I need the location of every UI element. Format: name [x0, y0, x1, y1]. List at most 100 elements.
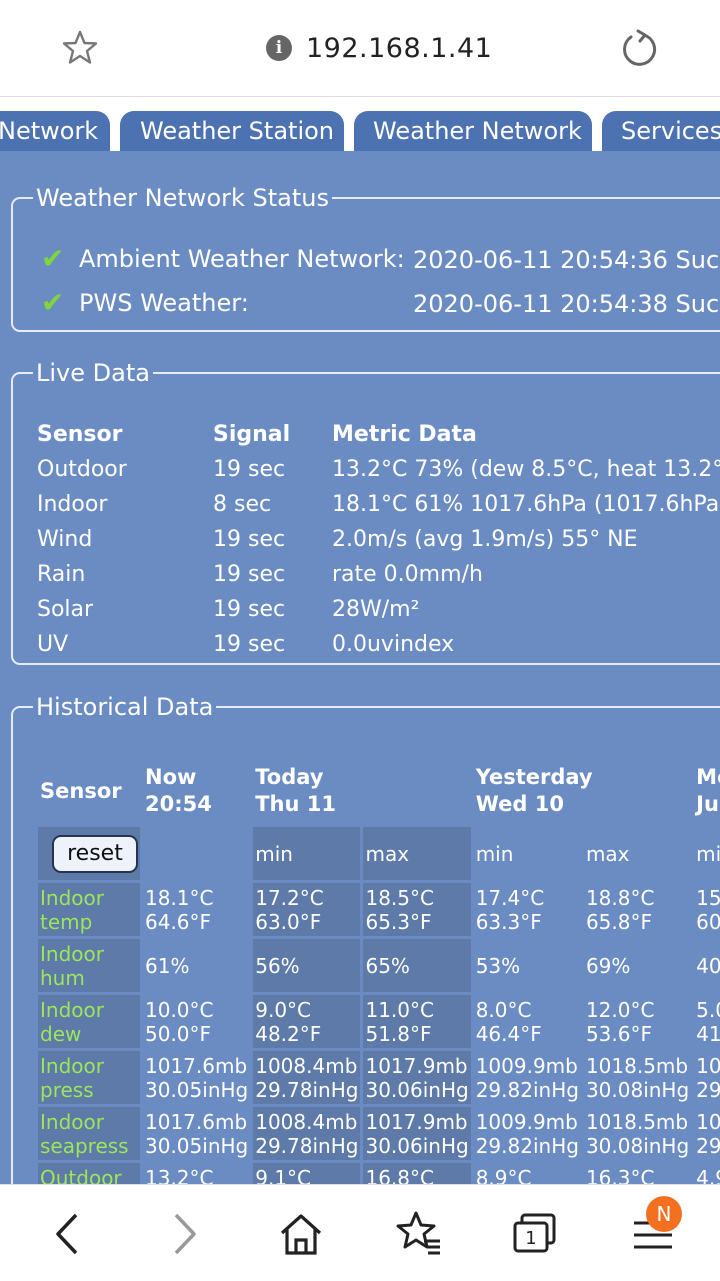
history-value-cell: 8.9°C48.0°F [475, 1165, 532, 1185]
col-now: Now 20:54 [145, 765, 212, 816]
live-header-row: Sensor Signal Metric Data [37, 417, 720, 452]
col-signal: Signal [213, 422, 291, 447]
tab-services[interactable]: Services [602, 111, 720, 151]
table-row: Indoor dew 10.0°C 50.0°F 9.0°C 48.2°F 11.0°C 51… [38, 995, 720, 1048]
sensor-name: UV [37, 632, 69, 657]
reset-button[interactable]: reset [52, 834, 138, 873]
bookmark-star-button[interactable] [60, 28, 100, 68]
history-value-cell: 1017.9mb 30.06inHg [363, 1107, 471, 1160]
browser-top-bar: i 192.168.1.41 [0, 0, 720, 97]
history-value-cell: 1018.5mb 30.08inHg [585, 1053, 690, 1102]
history-value-cell: 18.5°C 65.3°F [363, 883, 471, 936]
check-icon: ✔ [41, 286, 65, 319]
sensor-name: Outdoor [37, 457, 127, 482]
status-name: Ambient Weather Network: [79, 244, 405, 273]
history-value-cell: 1001.9mb29.59inHg [696, 1109, 720, 1158]
history-value-cell: 53% [475, 953, 521, 978]
status-name: PWS Weather: [79, 288, 249, 317]
history-value-cell: 1017.6mb 30.05inHg [145, 1053, 249, 1102]
tab-weather-station[interactable]: Weather Station [120, 111, 344, 151]
history-value-cell: 10.0°C 50.0°F [145, 997, 214, 1046]
metric-data: 2.0m/s (avg 1.9m/s) 55° NE [332, 527, 638, 552]
bookmarks-button[interactable] [394, 1209, 444, 1259]
weather-network-status-panel: Weather Network Status ✔ Ambient Weather… [11, 184, 720, 332]
today-min-label: min [253, 827, 361, 880]
history-value-cell: 4.9°C40.8°F [696, 1165, 720, 1185]
table-row: Indoor 8 sec 18.1°C 61% 1017.6hPa (1017.6h… [37, 487, 720, 522]
history-value-cell: 56% [253, 939, 361, 992]
signal-age: 19 sec [213, 457, 286, 482]
status-legend: Weather Network Status [36, 184, 329, 212]
sensor-name: Solar [37, 597, 94, 622]
history-header-row: Sensor Now 20:54 Today Thu 11 Yesterday Wed… [38, 762, 720, 824]
history-value-cell: 12.0°C 53.6°F [585, 997, 655, 1046]
table-row: Indoorhum61% 56%65%53% 69% 40% [38, 939, 720, 992]
signal-age: 19 sec [213, 527, 286, 552]
check-icon: ✔ [41, 242, 65, 275]
sensor-name: Rain [37, 562, 86, 587]
tab-weather-network[interactable]: Weather Network [354, 111, 592, 151]
forward-button[interactable] [160, 1209, 210, 1259]
signal-age: 19 sec [213, 562, 286, 587]
home-button[interactable] [276, 1209, 326, 1259]
history-value-cell: 1017.9mb 30.06inHg [363, 1051, 471, 1104]
live-data-panel: Live Data Sensor Signal Metric Data Outd… [11, 359, 720, 665]
table-row: Rain 19 sec rate 0.0mm/h [37, 557, 720, 592]
history-value-cell: 1009.9mb 29.82inHg [475, 1109, 579, 1158]
history-subheader-row: reset min max min max min [38, 827, 720, 880]
table-row: Solar 19 sec 28W/m² [37, 592, 720, 627]
history-value-cell: 69% [585, 953, 631, 978]
signal-age: 19 sec [213, 632, 286, 657]
history-value-cell: 5.0°C41.0°F [696, 997, 720, 1046]
history-value-cell: 1008.4mb 29.78inHg [253, 1051, 361, 1104]
menu-notification-badge: N [646, 1196, 682, 1232]
status-row: ✔ PWS Weather: [41, 286, 249, 319]
col-month: MonthJun [696, 765, 720, 816]
history-value-cell: 16.3°C61.3°F [585, 1165, 655, 1185]
info-icon[interactable]: i [266, 35, 292, 61]
history-value-cell: 65% [363, 939, 471, 992]
history-value-cell: 40% [696, 953, 720, 978]
history-value-cell: 1001.9mb29.59inHg [696, 1053, 720, 1102]
tabs-button[interactable]: 1 [510, 1209, 560, 1259]
metric-data: 18.1°C 61% 1017.6hPa (1017.6hPa) [332, 492, 720, 517]
history-value-cell: 1008.4mb 29.78inHg [253, 1107, 361, 1160]
forward-arrow-icon [174, 1213, 196, 1255]
row-label: Indoor dew [38, 995, 140, 1048]
page-content: Weather Network Status ✔ Ambient Weather… [0, 151, 720, 1184]
history-value-cell: 9.1°C48.4°F [253, 1163, 361, 1184]
row-label: Outdoortemp [38, 1163, 140, 1184]
browser-bottom-bar: 1 [0, 1184, 720, 1281]
status-value: 2020-06-11 20:54:38 Success [413, 290, 720, 318]
address-bar[interactable]: i 192.168.1.41 [266, 28, 492, 68]
status-value: 2020-06-11 20:54:36 Success [413, 246, 720, 274]
tab-network[interactable]: Network [0, 111, 110, 151]
history-value-cell: 9.0°C 48.2°F [253, 995, 361, 1048]
bookmarks-icon [396, 1211, 440, 1255]
metric-data: 28W/m² [332, 597, 420, 622]
history-value-cell: 61% [145, 953, 190, 978]
live-legend: Live Data [36, 359, 150, 387]
tabs-icon: 1 [513, 1213, 556, 1253]
row-label: Indoor temp [38, 883, 140, 936]
row-label: Indoor seapress [38, 1107, 140, 1160]
back-button[interactable] [42, 1209, 92, 1259]
table-row: UV 19 sec 0.0uvindex [37, 627, 720, 662]
reload-icon [623, 29, 657, 66]
star-outline-icon [62, 30, 98, 64]
history-value-cell: 18.8°C 65.8°F [585, 885, 655, 934]
table-row: Indoor seapress 1017.6mb 30.05inHg 1008.4mb 2… [38, 1107, 720, 1160]
month-min-label: min [696, 841, 720, 866]
status-row: ✔ Ambient Weather Network: [41, 242, 405, 275]
signal-age: 8 sec [213, 492, 272, 517]
tab-strip: Network Weather Station Weather Network … [0, 97, 720, 151]
reload-button[interactable] [618, 28, 660, 70]
tab-count: 1 [525, 1228, 536, 1249]
history-value-cell: 17.4°C 63.3°F [475, 885, 545, 934]
table-row: Outdoor 19 sec 13.2°C 73% (dew 8.5°C, heat… [37, 452, 720, 487]
reset-cell: reset [38, 827, 140, 880]
metric-data: 13.2°C 73% (dew 8.5°C, heat 13.2°C) [332, 457, 720, 482]
today-max-label: max [363, 827, 471, 880]
yesterday-min-label: min [475, 841, 514, 866]
metric-data: 0.0uvindex [332, 632, 455, 657]
